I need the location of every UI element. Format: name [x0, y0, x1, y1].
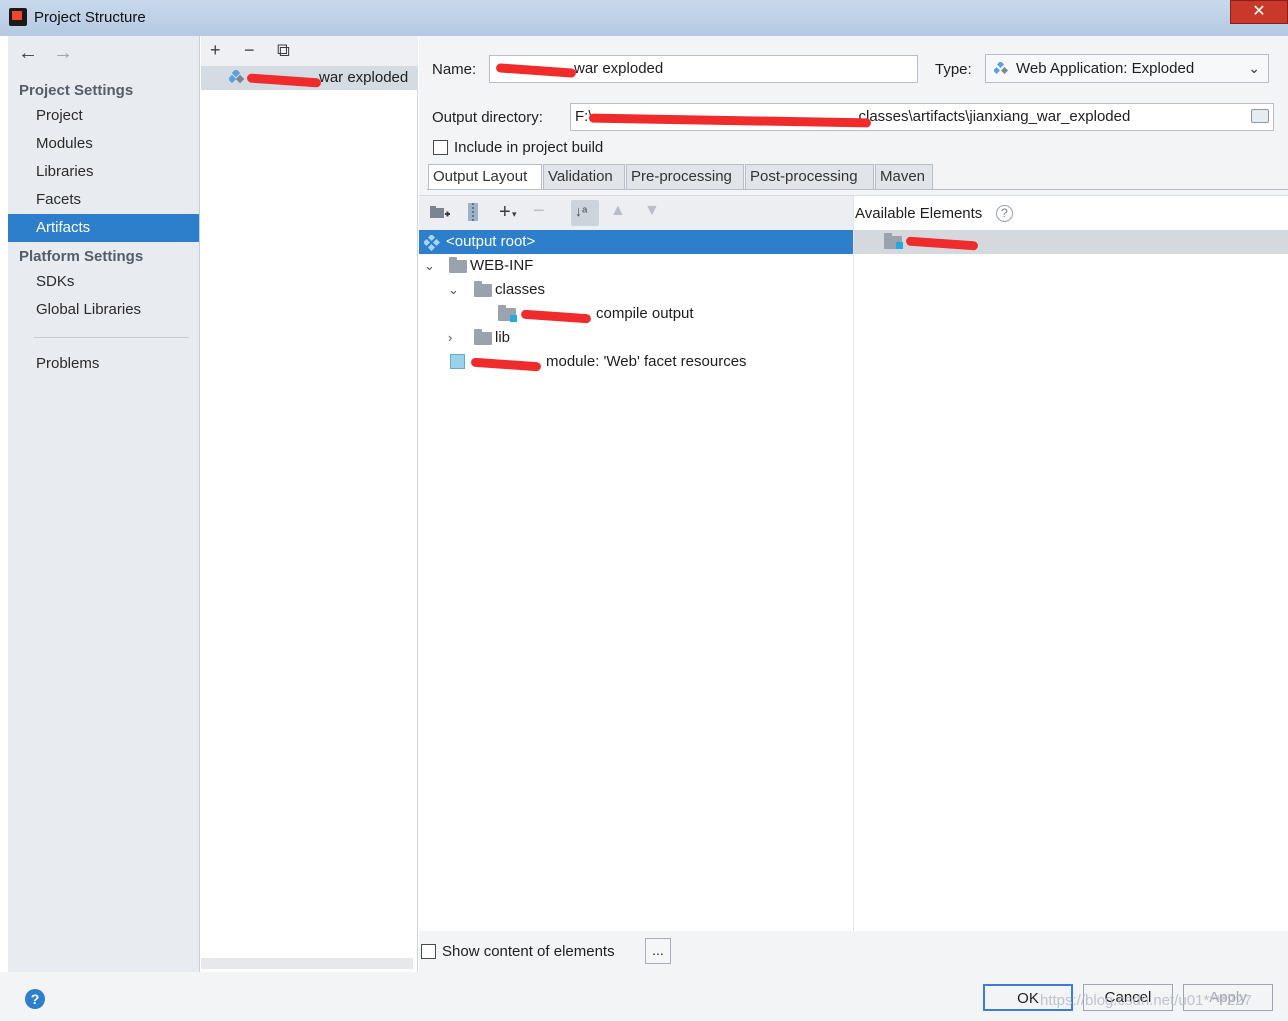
ellipsis-button[interactable]: ...	[645, 938, 671, 964]
artifact-name-label: war exploded	[319, 69, 409, 86]
tab-output-layout[interactable]: Output Layout	[428, 164, 542, 189]
back-arrow-icon[interactable]: ←	[18, 42, 38, 65]
tab-pre-processing[interactable]: Pre-processing	[626, 164, 744, 189]
show-content-label: Show content of elements	[442, 943, 615, 960]
include-in-build-checkbox[interactable]	[433, 140, 448, 155]
horizontal-scrollbar[interactable]	[201, 958, 413, 969]
tree-row-lib[interactable]: › lib	[419, 326, 853, 350]
tab-validation[interactable]: Validation	[543, 164, 625, 189]
artifact-icon	[424, 235, 440, 251]
sidebar-item-global-libraries[interactable]: Global Libraries	[8, 296, 199, 324]
name-label: Name:	[432, 61, 477, 78]
help-icon[interactable]: ?	[996, 205, 1013, 222]
module-badge-icon	[510, 315, 517, 322]
type-dropdown[interactable]: Web Application: Exploded ⌄	[985, 54, 1269, 83]
redaction-mark	[246, 73, 322, 88]
sort-elements-button[interactable]: ↓ᵃ	[571, 200, 599, 226]
close-window-button[interactable]: ✕	[1230, 0, 1288, 24]
folder-icon	[474, 329, 492, 345]
chevron-down-icon: ⌄	[1248, 60, 1260, 76]
tree-row-label: module: 'Web' facet resources	[546, 353, 747, 370]
add-artifact-icon[interactable]: +	[210, 40, 221, 61]
title-bar: Project Structure ✕	[0, 0, 1288, 36]
include-in-build-label: Include in project build	[454, 139, 604, 156]
copy-artifact-icon[interactable]: ⧉	[277, 40, 290, 61]
chevron-down-icon[interactable]: ⌄	[424, 254, 435, 278]
move-up-icon[interactable]: ▲	[610, 202, 626, 220]
window-title: Project Structure	[34, 9, 146, 26]
sort-alpha-icon: ↓ᵃ	[575, 203, 588, 219]
create-directory-icon[interactable]	[430, 205, 450, 221]
sidebar-item-project[interactable]: Project	[8, 102, 199, 130]
redaction-mark	[905, 236, 979, 251]
tree-row-label: WEB-INF	[470, 257, 534, 274]
platform-settings-heading: Platform Settings	[19, 248, 144, 265]
output-directory-input[interactable]: F:\ classes\artifacts\jianxiang_war_explo…	[570, 103, 1274, 131]
output-layout-tree: <output root> ⌄ WEB-INF ⌄ classes compil…	[419, 230, 853, 932]
sidebar-item-problems[interactable]: Problems	[8, 350, 199, 378]
tree-row-classes[interactable]: ⌄ classes	[419, 278, 853, 302]
web-artifact-icon	[229, 70, 245, 84]
help-button[interactable]: ?	[25, 989, 45, 1009]
output-layout-panel: + ▾ − ↓ᵃ ▲ ▼ <output root> ⌄ WEB-INF ⌄ c…	[419, 195, 1288, 932]
sidebar-item-artifacts[interactable]: Artifacts	[8, 214, 199, 242]
web-application-icon	[994, 62, 1008, 75]
available-elements-title: Available Elements	[855, 205, 983, 222]
redaction-mark	[520, 309, 592, 324]
show-content-row: Show content of elements ...	[419, 931, 1288, 972]
available-elements-panel: Available Elements ?	[853, 196, 1288, 932]
tree-row-web-inf[interactable]: ⌄ WEB-INF	[419, 254, 853, 278]
sidebar-item-facets[interactable]: Facets	[8, 186, 199, 214]
tab-maven[interactable]: Maven	[875, 164, 933, 189]
intellij-app-icon	[9, 8, 27, 26]
type-label: Type:	[935, 61, 972, 78]
sidebar-item-modules[interactable]: Modules	[8, 130, 199, 158]
sidebar-item-sdks[interactable]: SDKs	[8, 268, 199, 296]
settings-sidebar: ← → Project Settings Project Modules Lib…	[8, 36, 200, 972]
tree-row-label: compile output	[596, 305, 694, 322]
add-dropdown-chevron-icon[interactable]: ▾	[512, 209, 517, 220]
show-content-checkbox[interactable]	[421, 944, 436, 959]
tabs-divider	[427, 189, 1288, 190]
add-copy-of-icon[interactable]: +	[499, 201, 511, 224]
tree-row-output-root[interactable]: <output root>	[419, 230, 853, 254]
redaction-mark	[470, 357, 542, 372]
folder-icon	[474, 281, 492, 297]
sidebar-item-libraries[interactable]: Libraries	[8, 158, 199, 186]
watermark-text: https://blog.csdn.net/u01****227	[1040, 992, 1252, 1009]
remove-element-icon[interactable]: −	[533, 200, 545, 223]
available-element-row[interactable]	[854, 230, 1288, 254]
name-input[interactable]: war exploded	[489, 55, 918, 83]
type-dropdown-value: Web Application: Exploded	[1016, 60, 1195, 77]
output-directory-label: Output directory:	[432, 109, 543, 126]
tree-row-label: classes	[495, 281, 546, 298]
tab-post-processing[interactable]: Post-processing	[745, 164, 874, 189]
folder-icon	[449, 257, 467, 273]
tree-row-label: lib	[495, 329, 511, 346]
project-settings-heading: Project Settings	[19, 82, 134, 99]
web-facet-icon	[450, 354, 465, 369]
chevron-down-icon[interactable]: ⌄	[448, 278, 459, 302]
artifact-toolbar: + − ⧉	[201, 36, 418, 66]
tree-row-web-facet-resources[interactable]: module: 'Web' facet resources	[419, 350, 853, 374]
forward-arrow-icon[interactable]: →	[53, 42, 73, 65]
artifact-list-panel: + − ⧉ war exploded	[201, 36, 418, 972]
remove-artifact-icon[interactable]: −	[244, 40, 255, 61]
tree-row-label: <output root>	[446, 233, 536, 250]
sidebar-divider	[34, 337, 189, 338]
artifact-settings-panel: Name: war exploded Type: Web Application…	[419, 36, 1288, 972]
create-archive-icon[interactable]	[467, 203, 479, 221]
module-badge-icon	[896, 242, 903, 249]
move-down-icon[interactable]: ▼	[644, 202, 660, 220]
chevron-right-icon[interactable]: ›	[448, 326, 452, 350]
tree-row-compile-output[interactable]: compile output	[419, 302, 853, 326]
output-layout-toolbar: + ▾ − ↓ᵃ ▲ ▼	[419, 196, 853, 230]
browse-folder-icon[interactable]	[1251, 109, 1269, 123]
artifact-list-item[interactable]: war exploded	[201, 66, 418, 90]
